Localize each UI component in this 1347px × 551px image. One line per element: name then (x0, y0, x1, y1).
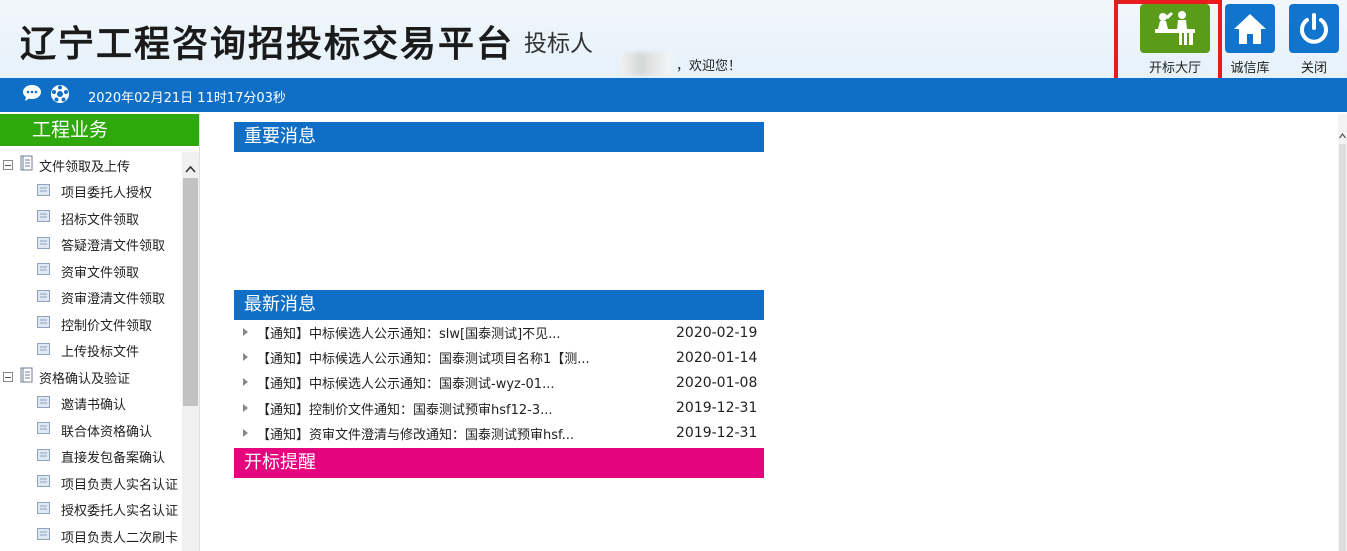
tree-group-file-upload[interactable]: 文件领取及上传 (0, 152, 182, 179)
scroll-up-icon[interactable] (185, 158, 196, 177)
sidebar-item-manager-reswipe[interactable]: 项目负责人二次刷卡 (0, 523, 182, 550)
sidebar: 工程业务 文件领取及上传 项目委托人授权 招标文件领取 答疑澄清文件领取 资审文… (0, 114, 200, 551)
doc-icon (37, 263, 50, 279)
tree-group-label: 文件领取及上传 (39, 159, 131, 175)
info-bar: 2020年02月21日 11时17分03秒 (0, 78, 1347, 112)
home-icon (1225, 4, 1275, 53)
current-datetime: 2020年02月21日 11时17分03秒 (88, 91, 286, 106)
sidebar-item-invitation-confirm[interactable]: 邀请书确认 (0, 391, 182, 418)
role-label: 投标人 (524, 31, 593, 57)
book-icon (19, 155, 33, 175)
close-button[interactable]: 关闭 (1288, 4, 1340, 76)
news-date: 2020-02-19 (676, 324, 758, 341)
credit-library-label: 诚信库 (1230, 61, 1270, 76)
doc-icon (37, 316, 50, 332)
sidebar-item-upload-bid[interactable]: 上传投标文件 (0, 338, 182, 365)
bid-opening-reminder-header: 开标提醒 (234, 448, 764, 478)
news-date: 2020-01-08 (676, 374, 758, 391)
important-news-header: 重要消息 (234, 122, 764, 152)
ball-icon[interactable] (50, 84, 70, 108)
header: 辽宁工程咨询招投标交易平台 投标人 ，欢迎您！ 开标大厅 诚信库 关闭 (0, 0, 1347, 90)
page-scrollbar[interactable] (1338, 114, 1347, 551)
doc-icon (37, 236, 50, 253)
doc-icon (37, 448, 50, 465)
sidebar-item-label: 答疑澄清文件领取 (61, 239, 166, 255)
sidebar-item-label: 项目委托人授权 (61, 186, 153, 202)
sidebar-item-qa-doc[interactable]: 答疑澄清文件领取 (0, 232, 182, 259)
nav-tree: 文件领取及上传 项目委托人授权 招标文件领取 答疑澄清文件领取 资审文件领取 资… (0, 152, 182, 551)
news-item[interactable]: 【通知】中标候选人公示通知：国泰测试项目名称1【测... 2020-01-14 (234, 345, 764, 370)
tree-group-qualification[interactable]: 资格确认及验证 (0, 364, 182, 391)
sidebar-scrollbar[interactable] (182, 152, 199, 551)
doc-icon (37, 210, 50, 226)
news-date: 2019-12-31 (676, 400, 758, 417)
news-title[interactable]: 【通知】中标候选人公示通知：国泰测试-wyz-01... (257, 373, 554, 392)
doc-icon (37, 342, 50, 359)
sidebar-item-label: 上传投标文件 (61, 345, 140, 361)
doc-icon (37, 422, 50, 438)
page-scroll-thumb[interactable] (1339, 144, 1346, 551)
sidebar-item-label: 招标文件领取 (61, 212, 140, 228)
latest-news-header: 最新消息 (234, 290, 764, 320)
arrow-right-icon (243, 401, 248, 416)
sidebar-item-prequal-clarify-doc[interactable]: 资审澄清文件领取 (0, 285, 182, 312)
news-item[interactable]: 【通知】中标候选人公示通知：国泰测试-wyz-01... 2020-01-08 (234, 370, 764, 395)
doc-icon (37, 501, 50, 518)
sidebar-scroll-thumb[interactable] (183, 178, 198, 406)
highlight-box (1114, 0, 1222, 90)
sidebar-item-direct-contract-confirm[interactable]: 直接发包备案确认 (0, 444, 182, 471)
welcome-text: ，欢迎您！ (676, 59, 742, 74)
sidebar-item-label: 联合体资格确认 (61, 424, 153, 440)
sidebar-item-consortium-confirm[interactable]: 联合体资格确认 (0, 417, 182, 444)
sidebar-item-control-price-doc[interactable]: 控制价文件领取 (0, 311, 182, 338)
sidebar-item-tender-doc[interactable]: 招标文件领取 (0, 205, 182, 232)
arrow-right-icon (243, 375, 248, 390)
news-title[interactable]: 【通知】控制价文件通知：国泰测试预审hsf12-3... (257, 399, 553, 418)
collapse-icon[interactable] (3, 160, 13, 171)
doc-icon (37, 528, 50, 544)
arrow-right-icon (243, 325, 248, 340)
book-icon (19, 367, 33, 387)
sidebar-item-label: 控制价文件领取 (61, 318, 153, 334)
sidebar-item-label: 授权委托人实名认证 (61, 504, 179, 520)
credit-library-button[interactable]: 诚信库 (1222, 4, 1278, 76)
sidebar-item-project-authorization[interactable]: 项目委托人授权 (0, 179, 182, 206)
sidebar-item-label: 资审文件领取 (61, 265, 140, 281)
sidebar-item-label: 项目负责人实名认证 (61, 477, 179, 493)
sidebar-item-manager-verify[interactable]: 项目负责人实名认证 (0, 470, 182, 497)
sidebar-item-agent-verify[interactable]: 授权委托人实名认证 (0, 497, 182, 524)
news-item[interactable]: 【通知】控制价文件通知：国泰测试预审hsf12-3... 2019-12-31 (234, 396, 764, 421)
sidebar-item-prequal-doc[interactable]: 资审文件领取 (0, 258, 182, 285)
sidebar-item-label: 项目负责人二次刷卡 (61, 530, 179, 546)
latest-news-list: 【通知】中标候选人公示通知：slw[国泰测试]不见... 2020-02-19 … (234, 320, 764, 446)
news-item[interactable]: 【通知】中标候选人公示通知：slw[国泰测试]不见... 2020-02-19 (234, 320, 764, 345)
doc-icon (37, 395, 50, 412)
collapse-icon[interactable] (3, 372, 13, 383)
news-title[interactable]: 【通知】资审文件澄清与修改通知：国泰测试预审hsf... (257, 424, 574, 443)
message-icon[interactable] (22, 84, 42, 106)
username-blurred (620, 52, 672, 76)
news-title[interactable]: 【通知】中标候选人公示通知：slw[国泰测试]不见... (257, 323, 561, 342)
scroll-up-icon[interactable] (1339, 124, 1346, 143)
tree-group-label: 资格确认及验证 (39, 371, 131, 387)
news-date: 2019-12-31 (676, 425, 758, 442)
news-title[interactable]: 【通知】中标候选人公示通知：国泰测试项目名称1【测... (257, 348, 590, 367)
sidebar-title: 工程业务 (0, 114, 199, 146)
arrow-right-icon (243, 426, 248, 441)
power-icon (1289, 4, 1339, 53)
close-label: 关闭 (1300, 61, 1327, 76)
sidebar-item-label: 直接发包备案确认 (61, 451, 166, 467)
doc-icon (37, 183, 50, 200)
site-title: 辽宁工程咨询招投标交易平台 (20, 24, 515, 65)
news-item[interactable]: 【通知】资审文件澄清与修改通知：国泰测试预审hsf... 2019-12-31 (234, 421, 764, 446)
sidebar-item-label: 邀请书确认 (61, 398, 127, 414)
doc-icon (37, 475, 50, 491)
arrow-right-icon (243, 350, 248, 365)
sidebar-item-label: 资审澄清文件领取 (61, 292, 166, 308)
news-date: 2020-01-14 (676, 349, 758, 366)
doc-icon (37, 289, 50, 306)
